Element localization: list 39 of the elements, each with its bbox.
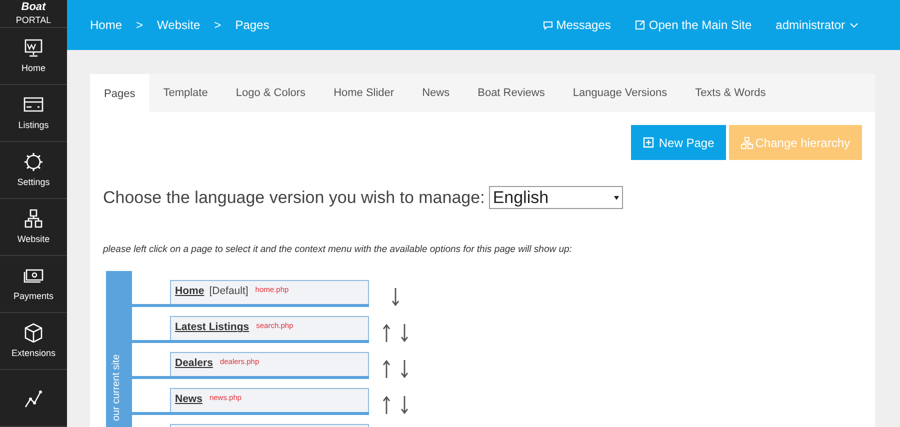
chat-icon [543, 20, 554, 30]
up-arrow-icon[interactable] [382, 396, 390, 414]
tab[interactable]: Language Versions [558, 74, 682, 112]
external-link-icon [634, 20, 645, 30]
up-arrow-icon[interactable] [382, 324, 390, 342]
sitemap-icon [23, 209, 44, 230]
tab[interactable]: Pages [90, 74, 150, 112]
tab[interactable]: Logo & Colors [222, 74, 320, 112]
chevron-down-icon [850, 22, 858, 28]
gear-icon [23, 152, 44, 172]
down-arrow-icon[interactable] [400, 324, 408, 342]
tab[interactable]: Boat Reviews [464, 74, 559, 112]
language-select[interactable]: English [488, 186, 623, 210]
tab[interactable]: News [408, 74, 464, 112]
cube-icon [23, 323, 44, 344]
line-chart-icon [23, 389, 44, 409]
breadcrumb-separator: > [214, 17, 222, 34]
tab[interactable]: Home Slider [320, 74, 408, 112]
sidebar-item[interactable]: Listings [0, 85, 67, 142]
sitemap-icon [741, 136, 754, 148]
language-prompt: Choose the language version you wish to manage: [103, 187, 485, 209]
add-page-icon [642, 137, 654, 148]
tab[interactable]: Texts & Words [681, 74, 780, 112]
sidebar-item[interactable]: Website [0, 199, 67, 256]
down-arrow-icon[interactable] [400, 360, 408, 378]
up-arrow-icon[interactable] [382, 360, 390, 378]
instruction-text: please left click on a page to select it and the context menu with the available options for this page will show up: [103, 242, 573, 256]
breadcrumb-separator: > [136, 17, 144, 34]
monitor-icon [23, 38, 44, 58]
dropdown-arrow-icon [614, 196, 619, 200]
down-arrow-icon[interactable] [392, 288, 398, 306]
brand-subtitle: PORTAL [16, 14, 52, 26]
root-label: our current site [110, 354, 123, 421]
down-arrow-icon[interactable] [400, 396, 408, 414]
brand-title: Boat [21, 1, 46, 15]
sidebar-item[interactable]: Extensions [0, 313, 67, 370]
sidebar-item[interactable]: Settings [0, 142, 67, 199]
tab[interactable]: Template [149, 74, 222, 112]
sidebar-item[interactable]: Payments [0, 256, 67, 313]
